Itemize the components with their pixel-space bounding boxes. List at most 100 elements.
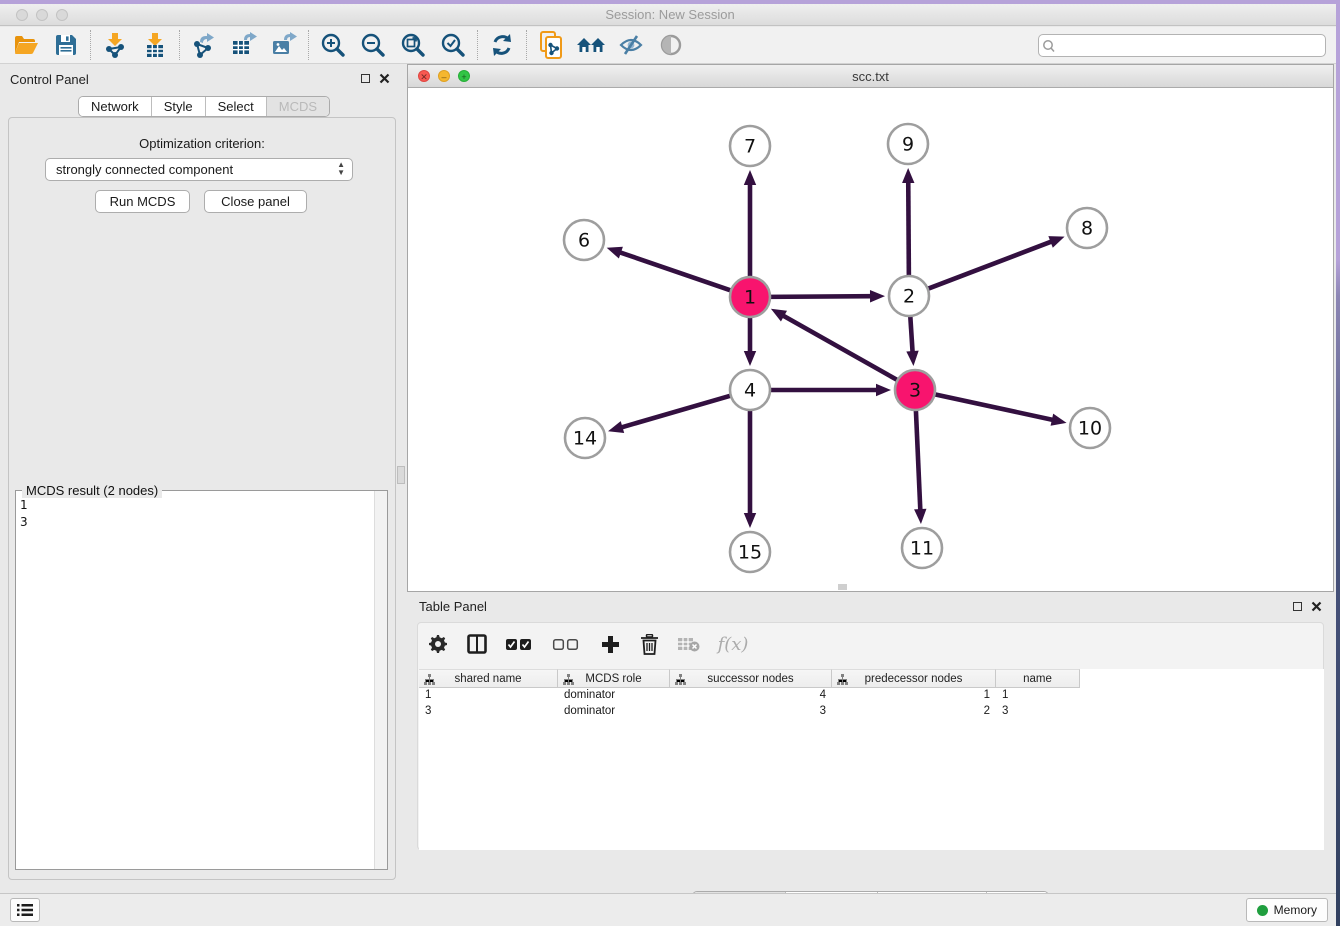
toolbar-separator [477,30,478,60]
graph-edge-2-8[interactable] [926,241,1053,289]
arrowhead-icon [744,351,756,366]
control-panel: Control Panel Network Style Select MCDS … [0,64,404,889]
list-icon [16,903,34,917]
function-builder-icon[interactable]: f(x) [715,632,751,656]
graph-node-label: 1 [744,287,756,309]
memory-button[interactable]: Memory [1246,898,1328,922]
delete-row-icon[interactable] [637,632,661,656]
cell-successor-nodes[interactable]: 3 [670,704,832,720]
graph-edge-1-2[interactable] [768,296,872,297]
close-panel-icon[interactable] [379,73,390,84]
zoom-fit-icon[interactable] [393,29,433,61]
table-panel-title: Table Panel [419,599,487,614]
tab-select[interactable]: Select [206,97,267,116]
mcds-panel: Optimization criterion: strongly connect… [8,117,396,880]
column-header-mcds-role[interactable]: MCDS role [558,669,670,688]
chevron-updown-icon: ▲▼ [337,161,345,177]
import-table-icon[interactable] [135,29,175,61]
export-network-icon[interactable] [184,29,224,61]
task-history-button[interactable] [10,898,40,922]
search-input[interactable] [1059,36,1325,55]
tab-style[interactable]: Style [152,97,206,116]
arrowhead-icon [870,290,885,302]
table-row[interactable]: 3 dominator 3 2 3 [419,704,1324,720]
graph-node-label: 14 [573,428,597,450]
float-panel-icon[interactable] [1293,602,1302,611]
cell-successor-nodes[interactable]: 4 [670,688,832,704]
arrowhead-icon [902,168,914,183]
export-table-icon[interactable] [224,29,264,61]
criterion-select[interactable]: strongly connected component ▲▼ [45,158,353,181]
graph-edge-3-11[interactable] [916,408,921,511]
home-icon[interactable] [571,29,611,61]
zoom-selected-icon[interactable] [433,29,473,61]
optimization-criterion-label: Optimization criterion: [9,136,395,151]
graph-edge-1-6[interactable] [619,252,733,291]
cell-predecessor-nodes[interactable]: 1 [832,688,996,704]
show-icon[interactable] [651,29,691,61]
close-panel-button[interactable]: Close panel [204,190,307,213]
memory-label: Memory [1274,903,1317,917]
cell-mcds-role[interactable]: dominator [558,688,670,704]
column-header-predecessor-nodes[interactable]: predecessor nodes [832,669,996,688]
column-header-successor-nodes[interactable]: successor nodes [670,669,832,688]
control-panel-tabs: Network Style Select MCDS [78,96,330,117]
close-panel-icon[interactable] [1311,601,1322,612]
zoom-out-icon[interactable] [353,29,393,61]
graph-node-label: 2 [903,286,915,308]
node-table: shared name MCDS role successor nodes pr… [419,669,1324,850]
graph-node-label: 11 [910,538,934,560]
graph-edge-2-9[interactable] [908,181,909,278]
cell-shared-name[interactable]: 3 [419,704,558,720]
toolbar-separator [308,30,309,60]
mcds-result-list[interactable]: 1 3 [20,497,28,531]
deselect-all-icon[interactable] [551,632,583,656]
select-all-icon[interactable] [504,632,536,656]
cell-name[interactable]: 1 [996,688,1080,704]
horizontal-scrollbar-thumb[interactable] [838,584,847,590]
criterion-value: strongly connected component [56,162,233,177]
export-image-icon[interactable] [264,29,304,61]
hierarchy-icon [675,674,686,685]
hide-icon[interactable] [611,29,651,61]
cell-shared-name[interactable]: 1 [419,688,558,704]
graph-node-label: 7 [744,136,756,158]
cell-mcds-role[interactable]: dominator [558,704,670,720]
delete-table-icon[interactable] [676,632,700,656]
search-field[interactable] [1038,34,1326,57]
graph-node-label: 3 [909,380,921,402]
settings-icon[interactable] [426,632,450,656]
table-panel: Table Panel [407,592,1334,892]
network-canvas[interactable]: 7968124314101511 [408,88,1333,591]
open-session-icon[interactable] [6,29,46,61]
column-layout-icon[interactable] [465,632,489,656]
float-panel-icon[interactable] [361,74,370,83]
run-mcds-button[interactable]: Run MCDS [95,190,190,213]
cell-predecessor-nodes[interactable]: 2 [832,704,996,720]
network-window-titlebar[interactable]: ✕ – + scc.txt [408,65,1333,88]
column-header-shared-name[interactable]: shared name [419,669,558,688]
graph-edge-2-3[interactable] [910,314,912,353]
graph-edge-4-14[interactable] [621,395,733,428]
import-network-icon[interactable] [95,29,135,61]
save-session-icon[interactable] [46,29,86,61]
cell-name[interactable]: 3 [996,704,1080,720]
tab-network[interactable]: Network [79,97,152,116]
table-row[interactable]: 1 dominator 4 1 1 [419,688,1324,704]
arrowhead-icon [1051,414,1067,426]
zoom-in-icon[interactable] [313,29,353,61]
arrowhead-icon [744,170,756,185]
graph-node-label: 9 [902,134,914,156]
arrowhead-icon [1048,236,1064,248]
scrollbar[interactable] [374,491,387,869]
add-row-icon[interactable] [598,632,622,656]
refresh-icon[interactable] [482,29,522,61]
network-overview-icon[interactable] [531,29,571,61]
column-header-name[interactable]: name [996,669,1080,688]
arrowhead-icon [914,509,926,524]
graph-edge-3-10[interactable] [933,394,1054,420]
toolbar-separator [179,30,180,60]
panel-splitter-handle[interactable] [397,466,405,484]
tab-mcds[interactable]: MCDS [267,97,329,116]
graph-edge-3-1[interactable] [782,315,899,381]
